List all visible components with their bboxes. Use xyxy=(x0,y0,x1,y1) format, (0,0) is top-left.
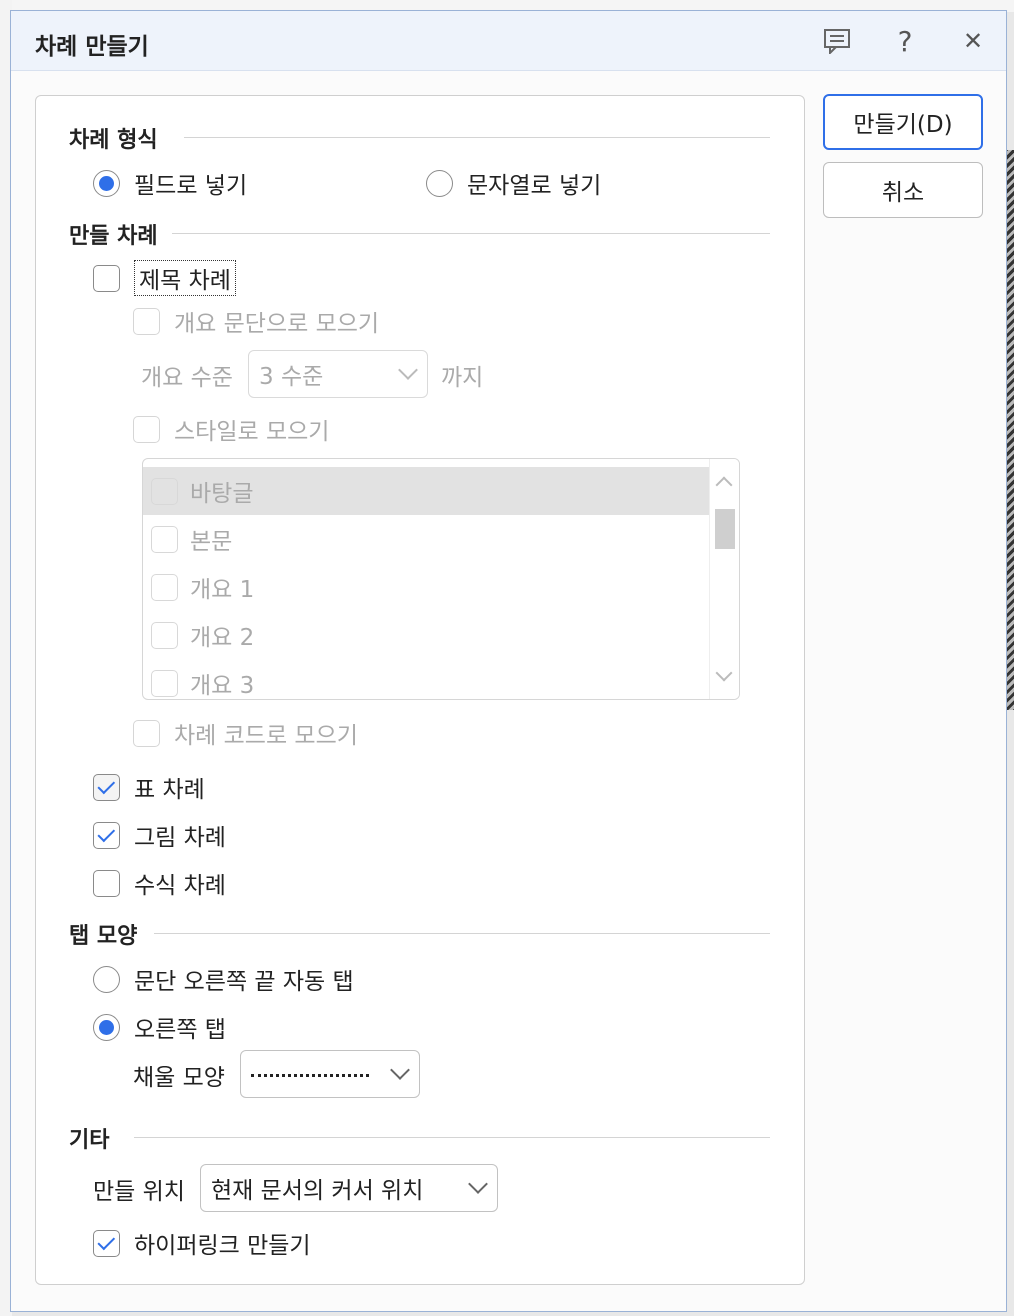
scroll-down-icon[interactable] xyxy=(715,664,733,682)
checkbox-label: 수식 차례 xyxy=(134,873,226,899)
checkbox[interactable] xyxy=(151,621,178,649)
list-item[interactable]: 본문 xyxy=(143,515,709,563)
dotted-leader-preview xyxy=(251,1073,369,1077)
checkbox-toc-code[interactable]: 차례 코드로 모으기 xyxy=(133,716,358,750)
outline-level-label: 개요 수준 xyxy=(141,365,233,391)
checkbox-label: 표 차례 xyxy=(134,777,205,803)
list-item-label: 바탕글 xyxy=(190,481,254,507)
radio-string-insert[interactable]: 문자열로 넣기 xyxy=(426,166,601,200)
other-heading: 기타 xyxy=(69,1128,110,1153)
checkbox[interactable] xyxy=(133,415,160,443)
checkbox[interactable] xyxy=(133,719,160,747)
scroll-up-icon[interactable] xyxy=(715,476,733,494)
checkbox[interactable] xyxy=(93,264,120,292)
checkbox[interactable] xyxy=(93,773,120,801)
checkbox-label: 차례 코드로 모으기 xyxy=(174,723,358,749)
list-item[interactable]: 개요 1 xyxy=(143,563,709,611)
list-item-label: 개요 1 xyxy=(190,577,255,603)
checkbox[interactable] xyxy=(151,669,178,697)
toc-create-heading: 만들 차례 xyxy=(69,224,158,249)
radio-field-insert[interactable]: 필드로 넣기 xyxy=(93,166,247,200)
radio-auto-right-tab[interactable]: 문단 오른쪽 끝 자동 탭 xyxy=(93,962,354,996)
fill-shape-label: 채울 모양 xyxy=(133,1065,225,1091)
dialog-titlebar: 차례 만들기 ? ✕ xyxy=(11,11,1006,71)
list-item[interactable]: 바탕글 xyxy=(143,467,709,515)
checkbox[interactable] xyxy=(151,573,178,601)
section-divider xyxy=(184,137,770,138)
create-button[interactable]: 만들기(D) xyxy=(823,94,983,150)
checkbox-equation-toc[interactable]: 수식 차례 xyxy=(93,866,226,900)
outline-level-value: 3 수준 xyxy=(259,364,324,390)
checkbox[interactable] xyxy=(133,307,160,335)
checkbox-label: 하이퍼링크 만들기 xyxy=(134,1233,311,1259)
options-panel: 차례 형식 필드로 넣기 문자열로 넣기 만들 차례 제목 차례 개요 문단으로… xyxy=(35,95,805,1285)
list-item-label: 개요 2 xyxy=(190,625,255,651)
scroll-thumb[interactable] xyxy=(715,509,735,549)
toc-dialog: 차례 만들기 ? ✕ 만들기(D) 취소 차례 형식 필드로 넣기 문자열로 넣… xyxy=(10,10,1007,1312)
radio-button[interactable] xyxy=(93,1013,120,1041)
radio-button[interactable] xyxy=(93,169,120,197)
fill-shape-select[interactable] xyxy=(240,1050,420,1098)
radio-label: 문자열로 넣기 xyxy=(467,173,602,199)
checkbox-label: 스타일로 모으기 xyxy=(174,419,330,445)
dialog-title: 차례 만들기 xyxy=(35,34,149,60)
listbox-scrollbar[interactable] xyxy=(709,459,739,699)
cancel-button[interactable]: 취소 xyxy=(823,162,983,218)
checkbox-label: 제목 차례 xyxy=(134,260,236,296)
list-item-label: 본문 xyxy=(190,529,233,555)
outline-level-select[interactable]: 3 수준 xyxy=(248,350,428,398)
checkbox[interactable] xyxy=(151,525,178,553)
comment-icon[interactable] xyxy=(817,23,857,59)
radio-button[interactable] xyxy=(93,965,120,993)
list-item-label: 개요 3 xyxy=(190,673,255,699)
radio-button[interactable] xyxy=(426,169,453,197)
checkbox-label: 개요 문단으로 모으기 xyxy=(174,311,380,337)
chevron-down-icon xyxy=(398,360,418,380)
toc-format-heading: 차례 형식 xyxy=(69,128,158,153)
chevron-down-icon xyxy=(390,1060,410,1080)
create-position-value: 현재 문서의 커서 위치 xyxy=(211,1178,424,1204)
checkbox[interactable] xyxy=(151,477,178,505)
tab-shape-heading: 탭 모양 xyxy=(69,924,138,949)
checkbox-table-toc[interactable]: 표 차례 xyxy=(93,770,205,804)
checkbox[interactable] xyxy=(93,821,120,849)
radio-label: 필드로 넣기 xyxy=(134,173,248,199)
create-position-select[interactable]: 현재 문서의 커서 위치 xyxy=(200,1164,498,1212)
section-divider xyxy=(134,1137,770,1138)
section-divider xyxy=(154,933,770,934)
outline-level-suffix: 까지 xyxy=(441,365,484,391)
checkbox-style-collect[interactable]: 스타일로 모으기 xyxy=(133,412,329,446)
radio-label: 문단 오른쪽 끝 자동 탭 xyxy=(134,969,354,995)
checkbox-outline-paragraph[interactable]: 개요 문단으로 모으기 xyxy=(133,304,379,338)
checkbox-hyperlink[interactable]: 하이퍼링크 만들기 xyxy=(93,1226,311,1260)
list-item[interactable]: 개요 3 xyxy=(143,659,709,699)
radio-label: 오른쪽 탭 xyxy=(134,1017,226,1043)
checkbox[interactable] xyxy=(93,1229,120,1257)
chevron-down-icon xyxy=(468,1174,488,1194)
section-divider xyxy=(172,233,770,234)
create-position-label: 만들 위치 xyxy=(93,1179,185,1205)
checkbox[interactable] xyxy=(93,869,120,897)
close-icon[interactable]: ✕ xyxy=(953,23,993,59)
checkbox-title-toc[interactable]: 제목 차례 xyxy=(93,260,236,296)
checkbox-label: 그림 차례 xyxy=(134,825,226,851)
checkbox-figure-toc[interactable]: 그림 차례 xyxy=(93,818,226,852)
radio-right-tab[interactable]: 오른쪽 탭 xyxy=(93,1010,226,1044)
style-listbox[interactable]: 바탕글 본문 개요 1 개요 2 개요 3 xyxy=(142,458,740,700)
list-item[interactable]: 개요 2 xyxy=(143,611,709,659)
help-icon[interactable]: ? xyxy=(885,23,925,59)
